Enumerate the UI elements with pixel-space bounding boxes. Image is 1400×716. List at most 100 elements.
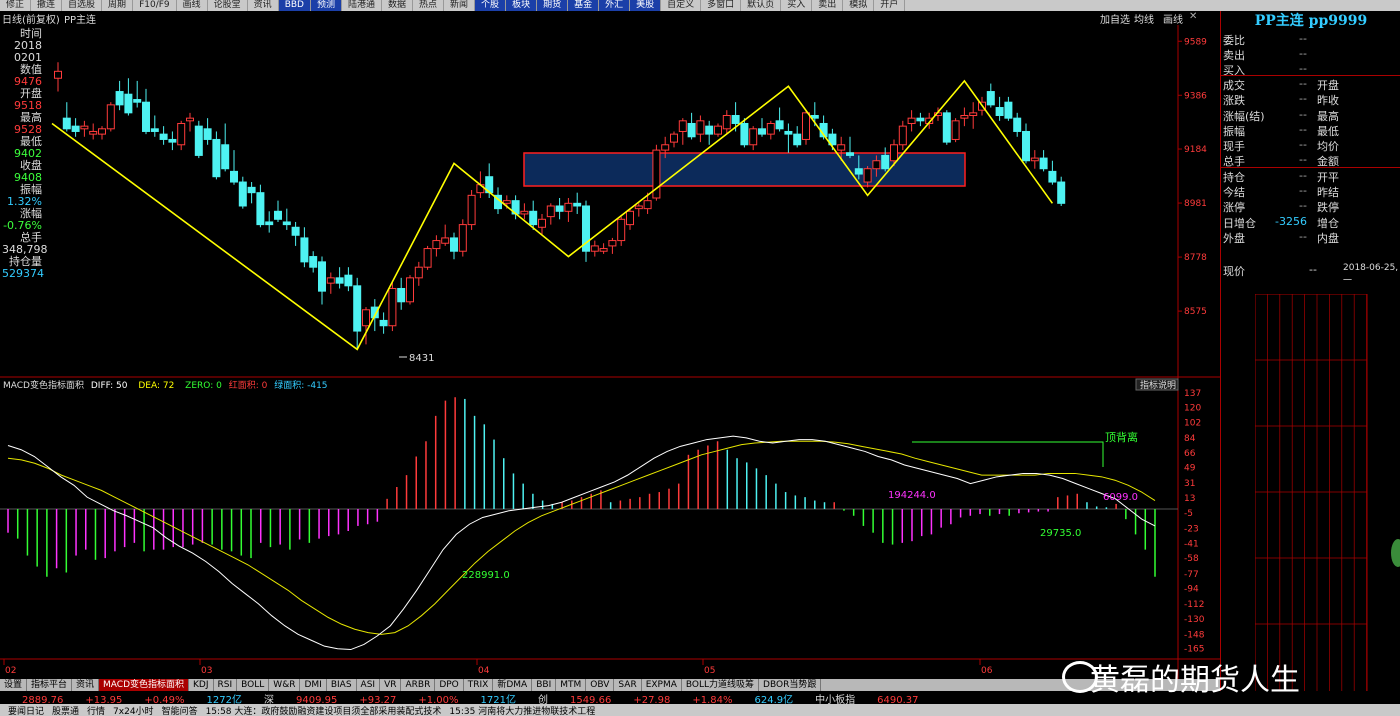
- indicator-tab[interactable]: ASI: [357, 679, 381, 691]
- candle-body: [898, 125, 907, 146]
- candle-body: [907, 117, 916, 124]
- indicator-tab[interactable]: 新DMA: [493, 679, 533, 691]
- toolbar-item[interactable]: BBD: [278, 0, 311, 11]
- indicator-tab[interactable]: MTM: [556, 679, 587, 691]
- toolbar-item[interactable]: 外汇: [599, 0, 631, 11]
- candle-body: [186, 117, 194, 122]
- toolbar-item[interactable]: 默认页: [741, 0, 782, 11]
- indicator-tab[interactable]: RSI: [214, 679, 238, 691]
- toolbar-item[interactable]: 陆港通: [342, 0, 382, 11]
- toolbar-item[interactable]: 开户: [874, 0, 906, 11]
- indicator-tab[interactable]: DBOR当势跟: [759, 679, 822, 691]
- toolbar-item[interactable]: 修正: [0, 0, 32, 11]
- candle-body: [458, 224, 467, 252]
- indicator-tab[interactable]: TRIX: [464, 679, 494, 691]
- indicator-tab[interactable]: MACD变色指标面积: [99, 679, 190, 691]
- draw-line-button[interactable]: 画线: [1163, 11, 1183, 26]
- candle-body: [643, 200, 652, 210]
- area-annotation-4: 6099.0: [1103, 492, 1138, 503]
- time-axis: 02 03 04 05 06: [3, 659, 993, 676]
- candle-body: [626, 210, 634, 226]
- indicator-tab[interactable]: VR: [380, 679, 402, 691]
- toolbar-item[interactable]: 自选股: [62, 0, 103, 11]
- indicator-tab[interactable]: OBV: [586, 679, 615, 691]
- add-watchlist-button[interactable]: 加自选: [1100, 11, 1130, 26]
- toolbar-item[interactable]: 资讯: [248, 0, 279, 11]
- indicator-tab[interactable]: BIAS: [327, 679, 357, 691]
- candle-body: [555, 205, 564, 212]
- candle-body: [687, 122, 696, 138]
- toolbar-item[interactable]: 撤连: [31, 0, 63, 11]
- floating-assistant-icon[interactable]: [1391, 539, 1400, 567]
- indicator-tab[interactable]: 资讯: [72, 679, 100, 691]
- toolbar-item[interactable]: 买入: [781, 0, 813, 11]
- macd-tick-label: -94: [1184, 585, 1199, 595]
- toolbar-item[interactable]: 自定义: [661, 0, 702, 11]
- indicator-tab[interactable]: DMI: [300, 679, 327, 691]
- news-item[interactable]: 15:58 大连：政府鼓励融资建设项目须全部采用装配式技术: [206, 707, 442, 716]
- indicator-tab[interactable]: BOLL力道线吸筹: [682, 679, 760, 691]
- toolbar-item[interactable]: 数据: [382, 0, 414, 11]
- period-label[interactable]: 日线(前复权): [2, 11, 60, 26]
- indicator-tab[interactable]: 设置: [0, 679, 28, 691]
- toolbar-item[interactable]: 卖出: [812, 0, 844, 11]
- candle-body: [863, 168, 872, 183]
- current-price-value: --: [1309, 263, 1317, 276]
- macd-tick-label: 13: [1184, 494, 1195, 504]
- toolbar-item[interactable]: F10/F9: [133, 0, 177, 11]
- indicator-tab[interactable]: EXPMA: [642, 679, 682, 691]
- toolbar-item[interactable]: 周期: [102, 0, 134, 11]
- indicator-tab[interactable]: W&R: [269, 679, 301, 691]
- symbol-label: PP主连: [64, 15, 97, 26]
- candle-body: [854, 168, 863, 175]
- area-annotation-2: 194244.0: [888, 490, 936, 501]
- toolbar-item[interactable]: 预测: [310, 0, 342, 11]
- toolbar-item[interactable]: 基金: [568, 0, 600, 11]
- toolbar-item[interactable]: 板块: [506, 0, 538, 11]
- chart-area[interactable]: 顶背离 228991.0 194244.0 29735.0 6099.0 843…: [0, 25, 1220, 679]
- candle-body: [256, 192, 265, 226]
- indicator-tab[interactable]: BBI: [532, 679, 557, 691]
- indicator-tab[interactable]: BOLL: [237, 679, 270, 691]
- toolbar-item[interactable]: 画线: [177, 0, 208, 11]
- quote-field-value: --: [1299, 184, 1307, 197]
- news-item[interactable]: 7x24小时: [113, 707, 154, 716]
- indicator-tab[interactable]: DPO: [435, 679, 464, 691]
- time-tick-label: 04: [478, 666, 490, 676]
- news-item[interactable]: 股票通: [52, 707, 79, 716]
- toolbar-item[interactable]: 期货: [537, 0, 569, 11]
- news-item[interactable]: 智能问答: [162, 707, 198, 716]
- indicator-tab[interactable]: SAR: [614, 679, 642, 691]
- indicator-tab[interactable]: ARBR: [401, 679, 436, 691]
- quote-field-value: --: [1299, 123, 1307, 136]
- indicator-tab[interactable]: 指标平台: [27, 679, 73, 691]
- candle-body: [388, 287, 397, 327]
- toolbar-item[interactable]: 论股堂: [208, 0, 248, 11]
- ma-button[interactable]: 均线: [1134, 11, 1154, 26]
- toolbar-item[interactable]: 多窗口: [701, 0, 742, 11]
- macd-tick-label: 49: [1184, 464, 1196, 474]
- news-item[interactable]: 行情: [87, 707, 105, 716]
- candle-body: [916, 117, 925, 122]
- quote-field-label: 卖出: [1223, 49, 1245, 62]
- news-item[interactable]: 15:35 河南将大力推进物联技术工程: [449, 707, 595, 716]
- candle-body: [529, 210, 538, 226]
- toolbar-item[interactable]: 美股: [630, 0, 662, 11]
- toolbar-item[interactable]: 热点: [413, 0, 445, 11]
- toolbar-item[interactable]: 新闻: [444, 0, 476, 11]
- macd-green-area: 绿面积: -415: [274, 379, 327, 391]
- candle-body: [846, 152, 854, 156]
- area-annotation-3: 29735.0: [1040, 528, 1081, 539]
- indicator-tab[interactable]: KDJ: [189, 679, 214, 691]
- candle-body: [951, 120, 960, 140]
- candle-body: [599, 248, 608, 252]
- toolbar-item[interactable]: 模拟: [843, 0, 875, 11]
- candle-body: [1048, 170, 1057, 183]
- toolbar-item[interactable]: 个股: [475, 0, 507, 11]
- news-item[interactable]: 要闻日记: [8, 707, 44, 716]
- candle-body: [309, 256, 318, 268]
- macd-tick-label: -23: [1184, 524, 1199, 534]
- close-icon[interactable]: ✕: [1189, 11, 1197, 22]
- candle-body: [766, 122, 775, 135]
- candle-body: [335, 277, 344, 284]
